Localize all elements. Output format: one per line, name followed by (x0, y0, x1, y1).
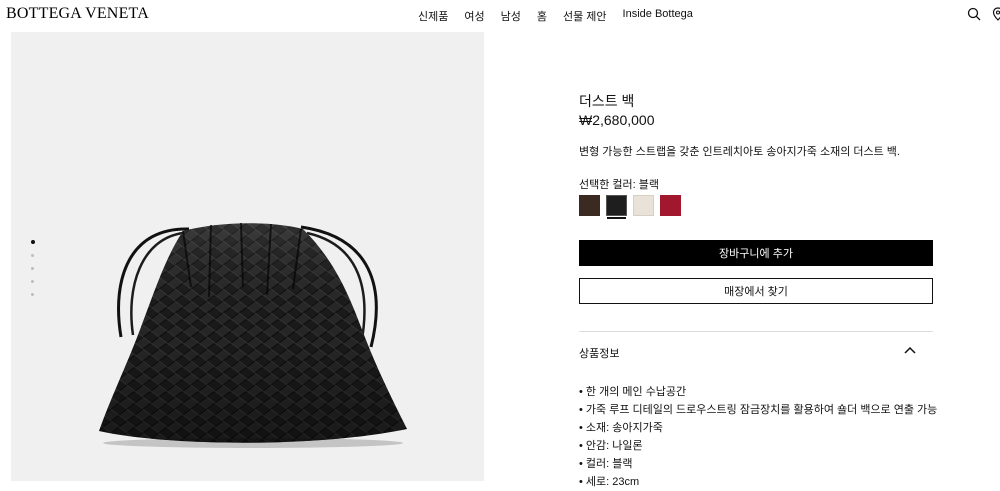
nav-men[interactable]: 남성 (501, 8, 521, 24)
location-pin-icon[interactable] (990, 6, 1000, 22)
swatch-cream[interactable] (633, 195, 654, 216)
nav-inside-bottega[interactable]: Inside Bottega (623, 8, 693, 24)
detail-item: 소재: 송아지가죽 (579, 419, 937, 437)
nav-women[interactable]: 여성 (464, 8, 484, 24)
product-image-dust-bag (99, 222, 407, 448)
gallery-dot[interactable] (31, 254, 34, 257)
add-to-cart-button[interactable]: 장바구니에 추가 (579, 240, 933, 266)
detail-item: 가죽 루프 디테일의 드로우스트링 잠금장치를 활용하여 숄더 백으로 연출 가… (579, 401, 937, 419)
color-swatches (579, 195, 681, 219)
site-header: BOTTEGA VENETA 신제품 여성 남성 홈 선물 제안 Inside … (0, 0, 1000, 30)
nav-new-arrivals[interactable]: 신제품 (418, 8, 448, 24)
product-title: 더스트 백 (579, 93, 635, 109)
selected-color-label: 선택한 컬러: 블랙 (579, 179, 660, 191)
product-image-gallery[interactable] (11, 32, 484, 481)
detail-item: 한 개의 메인 수납공간 (579, 383, 937, 401)
gallery-dot[interactable] (31, 293, 34, 296)
detail-item: 세로: 23cm (579, 473, 937, 491)
swatch-brown[interactable] (579, 195, 600, 216)
gallery-pagination (31, 240, 35, 306)
brand-logo[interactable]: BOTTEGA VENETA (6, 5, 149, 23)
swatch-black[interactable] (606, 195, 627, 219)
gallery-dot[interactable] (31, 267, 34, 270)
detail-item: 안감: 나일론 (579, 437, 937, 455)
nav-home[interactable]: 홈 (537, 8, 547, 24)
product-info-accordion-title[interactable]: 상품정보 (579, 345, 619, 361)
main-nav: 신제품 여성 남성 홈 선물 제안 Inside Bottega (418, 8, 693, 24)
product-price: ₩2,680,000 (579, 112, 655, 128)
find-in-store-button[interactable]: 매장에서 찾기 (579, 278, 933, 304)
product-details-list: 한 개의 메인 수납공간 가죽 루프 디테일의 드로우스트링 잠금장치를 활용하… (579, 383, 937, 491)
swatch-red[interactable] (660, 195, 681, 216)
chevron-up-icon[interactable] (903, 345, 917, 355)
gallery-dot[interactable] (31, 280, 34, 283)
detail-item: 컬러: 블랙 (579, 455, 937, 473)
nav-gifts[interactable]: 선물 제안 (563, 8, 607, 24)
product-description: 변형 가능한 스트랩을 갖춘 인트레치아토 송아지가죽 소재의 더스트 백. (579, 146, 900, 158)
divider (579, 331, 933, 332)
search-icon[interactable] (966, 6, 982, 22)
gallery-dot-active[interactable] (31, 240, 35, 244)
